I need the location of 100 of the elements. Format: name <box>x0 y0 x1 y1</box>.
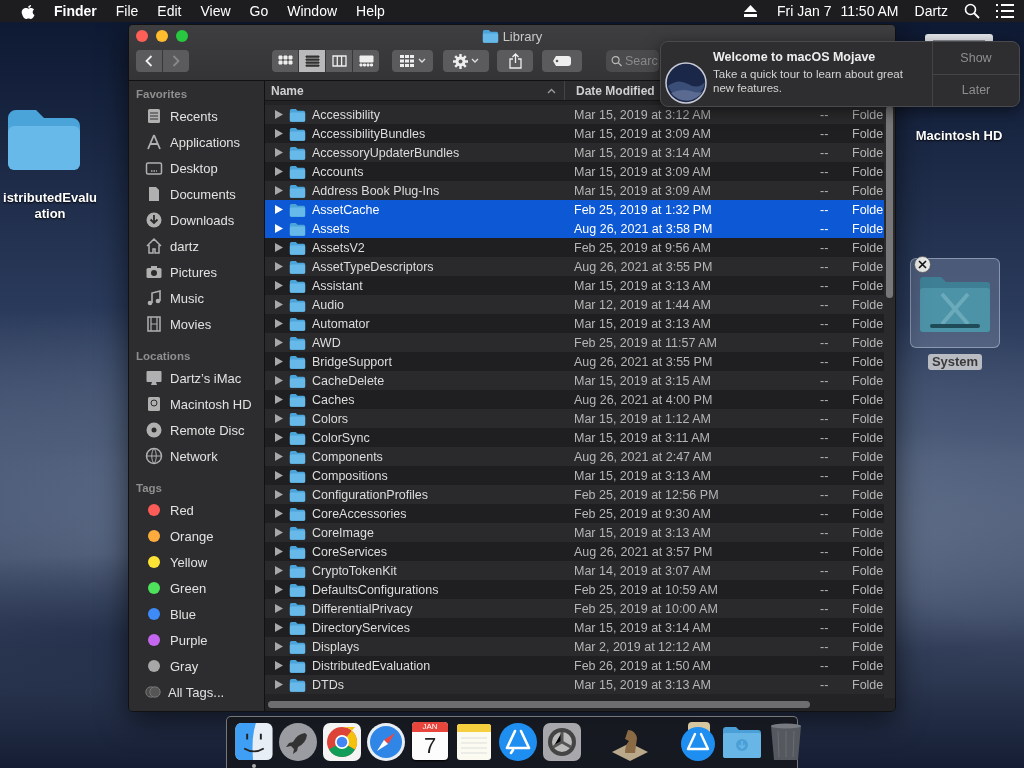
sidebar-item[interactable]: Pictures <box>170 264 217 280</box>
table-row[interactable]: DefaultsConfigurations Feb 25, 2019 at 10:59 AM -- Folde <box>265 580 884 599</box>
sidebar-item[interactable]: Documents <box>170 186 236 202</box>
sidebar-item[interactable]: Orange <box>170 528 214 544</box>
table-row[interactable]: Automator Mar 15, 2019 at 3:13 AM -- Folde <box>265 314 884 333</box>
gallery-view-button[interactable] <box>353 50 379 72</box>
icon-view-button[interactable] <box>272 50 298 72</box>
table-row[interactable]: AWD Feb 25, 2019 at 11:57 AM -- Folde <box>265 333 884 352</box>
sidebar-item[interactable]: Movies <box>170 316 212 332</box>
disclosure-triangle-icon[interactable] <box>275 680 283 689</box>
sidebar-item[interactable]: Purple <box>170 632 208 648</box>
table-row[interactable]: AssetTypeDescriptors Aug 26, 2021 at 3:55 PM -- Folde <box>265 257 884 276</box>
disclosure-triangle-icon[interactable] <box>275 604 283 613</box>
list-view-button[interactable] <box>299 50 325 72</box>
disclosure-triangle-icon[interactable] <box>275 205 283 214</box>
sidebar-item[interactable]: Desktop <box>170 160 218 176</box>
table-row[interactable]: Components Aug 26, 2021 at 2:47 AM -- Folde <box>265 447 884 466</box>
close-icon[interactable] <box>914 256 931 273</box>
sidebar-item[interactable]: Downloads <box>170 212 235 228</box>
folder-tile[interactable] <box>910 258 1000 348</box>
table-row[interactable]: Accessibility Mar 15, 2019 at 3:12 AM -- Folde <box>265 105 884 124</box>
disclosure-triangle-icon[interactable] <box>275 452 283 461</box>
notification-button[interactable]: Show <box>933 42 1019 74</box>
tag-button[interactable] <box>542 50 582 72</box>
table-row[interactable]: AccessibilityBundles Mar 15, 2019 at 3:09 AM -- Folde <box>265 124 884 143</box>
disclosure-triangle-icon[interactable] <box>275 547 283 556</box>
sidebar-item[interactable]: Recents <box>170 108 218 124</box>
table-row[interactable]: DTDs Mar 15, 2019 at 3:13 AM -- Folde <box>265 675 884 694</box>
scrollbar-thumb[interactable] <box>268 701 810 708</box>
sidebar-item[interactable]: Gray <box>170 658 199 674</box>
table-row[interactable]: ConfigurationProfiles Feb 25, 2019 at 12:56 PM -- Folde <box>265 485 884 504</box>
disclosure-triangle-icon[interactable] <box>275 110 283 119</box>
search-field[interactable]: Searc <box>606 50 659 72</box>
search-icon[interactable] <box>964 3 980 19</box>
disclosure-triangle-icon[interactable] <box>275 585 283 594</box>
table-row[interactable]: Compositions Mar 15, 2019 at 3:13 AM -- Folde <box>265 466 884 485</box>
disclosure-triangle-icon[interactable] <box>275 433 283 442</box>
action-button[interactable] <box>443 50 489 72</box>
table-row[interactable]: Assets Aug 26, 2021 at 3:58 PM -- Folde <box>265 219 884 238</box>
sidebar-item[interactable]: Red <box>170 502 194 518</box>
column-header[interactable]: Date Modified <box>576 83 655 98</box>
disclosure-triangle-icon[interactable] <box>275 490 283 499</box>
disclosure-triangle-icon[interactable] <box>275 281 283 290</box>
table-row[interactable]: AssetCache Feb 25, 2019 at 1:32 PM -- Folde <box>265 200 884 219</box>
disclosure-triangle-icon[interactable] <box>275 509 283 518</box>
menu-item[interactable]: Finder <box>54 3 97 19</box>
disclosure-triangle-icon[interactable] <box>275 243 283 252</box>
sidebar-item[interactable]: All Tags... <box>168 684 225 700</box>
disclosure-triangle-icon[interactable] <box>275 148 283 157</box>
back-button[interactable] <box>136 50 162 72</box>
table-row[interactable]: Caches Aug 26, 2021 at 4:00 PM -- Folde <box>265 390 884 409</box>
disclosure-triangle-icon[interactable] <box>275 129 283 138</box>
table-row[interactable]: DistributedEvaluation Feb 26, 2019 at 1:50 AM -- Folde <box>265 656 884 675</box>
table-row[interactable]: Colors Mar 15, 2019 at 1:12 AM -- Folde <box>265 409 884 428</box>
menu-bar-date[interactable]: Fri Jan 7 <box>776 3 832 19</box>
sidebar-item[interactable]: Dartz’s iMac <box>170 370 242 386</box>
table-row[interactable]: BridgeSupport Aug 26, 2021 at 3:55 PM -- Folde <box>265 352 884 371</box>
finder-face-icon[interactable] <box>234 722 274 762</box>
rocket-icon[interactable] <box>278 722 318 762</box>
table-row[interactable]: DirectoryServices Mar 15, 2019 at 3:14 AM -- Folde <box>265 618 884 637</box>
share-button[interactable] <box>497 50 533 72</box>
table-row[interactable]: Assistant Mar 15, 2019 at 3:13 AM -- Folde <box>265 276 884 295</box>
disclosure-triangle-icon[interactable] <box>275 300 283 309</box>
arrange-button[interactable] <box>392 50 433 72</box>
sidebar-item[interactable]: Music <box>170 290 204 306</box>
disclosure-triangle-icon[interactable] <box>275 623 283 632</box>
menu-bar-clock[interactable]: 11:50 AM <box>840 3 899 19</box>
close-button[interactable] <box>136 30 148 42</box>
notification-button[interactable]: Later <box>933 73 1019 106</box>
table-row[interactable]: CoreImage Mar 15, 2019 at 3:13 AM -- Folde <box>265 523 884 542</box>
table-row[interactable]: Accounts Mar 15, 2019 at 3:09 AM -- Folde <box>265 162 884 181</box>
disclosure-triangle-icon[interactable] <box>275 414 283 423</box>
sidebar-item[interactable]: Network <box>170 448 218 464</box>
table-row[interactable]: AssetsV2 Feb 25, 2019 at 9:56 AM -- Folde <box>265 238 884 257</box>
table-row[interactable]: AccessoryUpdaterBundles Mar 15, 2019 at 3:14 AM -- Folde <box>265 143 884 162</box>
user-name[interactable]: Dartz <box>914 3 948 19</box>
app-store-icon[interactable] <box>498 722 538 762</box>
sidebar-item[interactable]: Applications <box>170 134 241 150</box>
compass-icon[interactable] <box>366 722 406 762</box>
calendar-icon[interactable]: JAN 7 <box>412 722 448 760</box>
table-row[interactable]: CoreAccessories Feb 25, 2019 at 9:30 AM -- Folde <box>265 504 884 523</box>
disclosure-triangle-icon[interactable] <box>275 186 283 195</box>
minimize-button[interactable] <box>156 30 168 42</box>
menu-item[interactable]: View <box>200 3 231 19</box>
menu-icon[interactable] <box>996 4 1014 18</box>
table-row[interactable]: ColorSync Mar 15, 2019 at 3:11 AM -- Folde <box>265 428 884 447</box>
menu-item[interactable]: Help <box>356 3 385 19</box>
search-input[interactable]: Searc <box>625 54 659 68</box>
scrollbar-thumb[interactable] <box>886 106 893 298</box>
menu-item[interactable]: File <box>115 3 139 19</box>
table-row[interactable]: DifferentialPrivacy Feb 25, 2019 at 10:00 AM -- Folde <box>265 599 884 618</box>
disclosure-triangle-icon[interactable] <box>275 262 283 271</box>
disclosure-triangle-icon[interactable] <box>275 357 283 366</box>
disclosure-triangle-icon[interactable] <box>275 376 283 385</box>
browser-icon[interactable] <box>322 722 362 762</box>
zoom-button[interactable] <box>176 30 188 42</box>
disclosure-triangle-icon[interactable] <box>275 642 283 651</box>
sidebar-item[interactable]: Macintosh HD <box>170 396 252 412</box>
table-row[interactable]: Audio Mar 12, 2019 at 1:44 AM -- Folde <box>265 295 884 314</box>
disclosure-triangle-icon[interactable] <box>275 661 283 670</box>
